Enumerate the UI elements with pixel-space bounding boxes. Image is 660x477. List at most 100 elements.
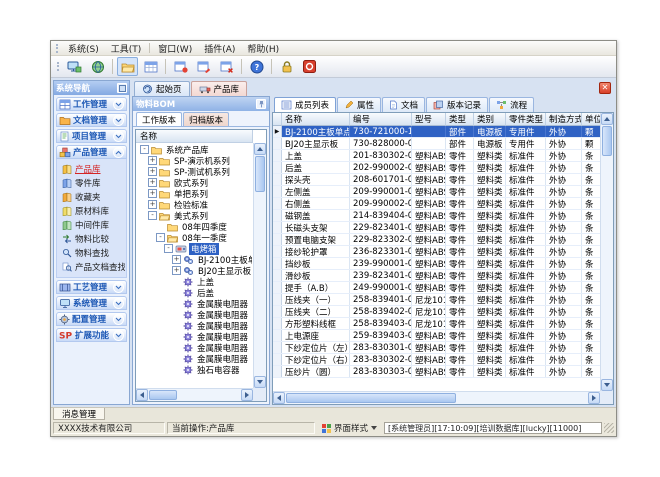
column-header-类型[interactable]: 类型 xyxy=(446,113,474,126)
tree-node[interactable]: 金属膜电阻器 xyxy=(138,320,252,331)
chevron-down-icon[interactable] xyxy=(113,99,124,110)
scroll-up-icon[interactable] xyxy=(601,113,613,125)
pin-icon[interactable] xyxy=(256,99,266,109)
tree-node[interactable]: +单把系列 xyxy=(138,188,252,199)
globe-icon[interactable] xyxy=(87,57,108,76)
chevron-down-icon[interactable] xyxy=(113,314,124,325)
table-row[interactable]: 下纱定位片（左）283-830301-00X塑料ABS零件塑料类标准件外协条 xyxy=(273,342,614,354)
table-row[interactable]: 探头壳208-601701-01X塑料ABS零件塑料类标准件外协条 xyxy=(273,174,614,186)
row-selector[interactable] xyxy=(273,210,282,221)
tab-文档[interactable]: 文档 xyxy=(382,97,425,112)
tab-版本记录[interactable]: 版本记录 xyxy=(426,97,488,112)
row-selector[interactable] xyxy=(273,186,282,197)
row-selector[interactable] xyxy=(273,162,282,173)
sidebar-group-4[interactable]: 工艺管理 xyxy=(56,280,127,294)
new-item-icon[interactable] xyxy=(170,57,191,76)
tab-成员列表[interactable]: 成员列表 xyxy=(274,97,336,112)
scroll-right-icon[interactable] xyxy=(241,389,253,401)
scroll-left-icon[interactable] xyxy=(136,389,148,401)
table-row[interactable]: 磁钢盖214-839404-01X塑料ABS零件塑料类标准件外协条 xyxy=(273,210,614,222)
sidebar-item-物料查找[interactable]: 物料查找 xyxy=(60,246,125,260)
tab-product-library[interactable]: 产品库 xyxy=(191,81,248,96)
tree-node[interactable]: 金属膜电阻器 xyxy=(138,298,252,309)
tab-message-management[interactable]: 消息管理 xyxy=(53,408,105,420)
table-hscroll-thumb[interactable] xyxy=(286,393,456,403)
table-horizontal-scrollbar[interactable] xyxy=(273,391,600,404)
row-selector[interactable] xyxy=(273,138,282,149)
table-row[interactable]: 挡纱板239-990001-01X塑料ABS零件塑料类标准件外协条 xyxy=(273,258,614,270)
row-selector[interactable] xyxy=(273,366,282,377)
scroll-down-icon[interactable] xyxy=(254,376,266,388)
expand-icon[interactable]: + xyxy=(148,200,157,209)
sidebar-group-2[interactable]: 项目管理 xyxy=(56,129,127,143)
table-row[interactable]: 接纱轮护罩236-823301-00X塑料ABS零件塑料类标准件外协条 xyxy=(273,246,614,258)
menu-item-1[interactable]: 工具(T) xyxy=(105,41,148,55)
table-row[interactable]: 方形塑料线框258-839403-00X尼龙1010零件塑料类标准件外协条 xyxy=(273,318,614,330)
tab-version-1[interactable]: 归档版本 xyxy=(183,112,229,126)
tree-node[interactable]: -美式系列 xyxy=(138,210,252,221)
table-row[interactable]: 长磁头支架229-823401-00X塑料ABS零件塑料类标准件外协条 xyxy=(273,222,614,234)
sidebar-group-5[interactable]: 系统管理 xyxy=(56,296,127,310)
table-vscroll-thumb[interactable] xyxy=(602,126,612,156)
collapse-icon[interactable]: - xyxy=(164,244,173,253)
expand-icon[interactable]: + xyxy=(172,255,181,264)
tree-node[interactable]: +SP-演示机系列 xyxy=(138,155,252,166)
sidebar-group-1[interactable]: 文档管理 xyxy=(56,113,127,127)
tree-node[interactable]: 后盖 xyxy=(138,287,252,298)
tree-node[interactable]: +检验标准 xyxy=(138,199,252,210)
tree-node[interactable]: 金属膜电阻器 xyxy=(138,309,252,320)
sidebar-group-6[interactable]: 配置管理 xyxy=(56,312,127,326)
row-selector[interactable] xyxy=(273,294,282,305)
tree-node[interactable]: 金属膜电阻器 xyxy=(138,331,252,342)
collapse-icon[interactable]: - xyxy=(148,211,157,220)
tree-vertical-scrollbar[interactable] xyxy=(253,143,266,388)
chevron-down-icon[interactable] xyxy=(113,115,124,126)
tree-hscroll-thumb[interactable] xyxy=(149,390,177,400)
help-icon[interactable]: ? xyxy=(246,57,267,76)
sidebar-item-原材料库[interactable]: 原材料库 xyxy=(60,204,125,218)
row-selector[interactable] xyxy=(273,282,282,293)
scroll-left-icon[interactable] xyxy=(273,392,285,404)
table-vertical-scrollbar[interactable] xyxy=(600,113,613,391)
row-selector[interactable] xyxy=(273,222,282,233)
row-selector[interactable]: ▶ xyxy=(273,126,282,137)
row-selector[interactable] xyxy=(273,318,282,329)
sidebar-item-零件库[interactable]: 零件库 xyxy=(60,176,125,190)
sidebar-group-3[interactable]: 产品管理 xyxy=(56,145,127,159)
column-header-类别[interactable]: 类别 xyxy=(474,113,506,126)
chevron-down-icon[interactable] xyxy=(113,298,124,309)
table-row[interactable]: 压线夹（二）258-839402-00X尼龙1010零件塑料类标准件外协条 xyxy=(273,306,614,318)
resize-grip[interactable] xyxy=(604,423,614,433)
table-row[interactable]: 上电源座259-839403-00X塑料ABS零件塑料类标准件外协条 xyxy=(273,330,614,342)
scroll-right-icon[interactable] xyxy=(588,392,600,404)
row-selector[interactable] xyxy=(273,330,282,341)
row-selector[interactable] xyxy=(273,270,282,281)
column-header-名称[interactable]: 名称 xyxy=(282,113,350,126)
workspace-icon[interactable] xyxy=(64,57,85,76)
table-row[interactable]: 后盖202-990002-01X塑料ABS零件塑料类标准件外协条 xyxy=(273,162,614,174)
report-icon[interactable] xyxy=(140,57,161,76)
menu-item-2[interactable]: 窗口(W) xyxy=(152,41,198,55)
expand-icon[interactable]: + xyxy=(148,189,157,198)
close-tab-icon[interactable]: ✕ xyxy=(599,82,611,94)
table-row[interactable]: 预置电脑支架229-823302-00X塑料ABS零件塑料类标准件外协条 xyxy=(273,234,614,246)
table-row[interactable]: 左侧盖209-990001-01X塑料ABS零件塑料类标准件外协条 xyxy=(273,186,614,198)
chevron-up-icon[interactable] xyxy=(113,147,124,158)
lock-icon[interactable] xyxy=(276,57,297,76)
tab-属性[interactable]: 属性 xyxy=(337,97,381,112)
row-selector[interactable] xyxy=(273,342,282,353)
table-row[interactable]: 提手（A.B）249-990001-01X塑料ABS零件塑料类标准件外协条 xyxy=(273,282,614,294)
sidebar-group-7[interactable]: SP扩展功能 xyxy=(56,328,127,342)
tree-vscroll-thumb[interactable] xyxy=(255,156,265,192)
sidebar-item-中间件库[interactable]: 中间件库 xyxy=(60,218,125,232)
table-row[interactable]: 压纱片（圆）283-830303-00X塑料ABS零件塑料类标准件外协条 xyxy=(273,366,614,378)
sidebar-item-产品库[interactable]: 产品库 xyxy=(60,162,125,176)
expand-icon[interactable]: + xyxy=(172,266,181,275)
row-selector[interactable] xyxy=(273,174,282,185)
expand-icon[interactable]: + xyxy=(148,178,157,187)
exit-icon[interactable] xyxy=(299,57,320,76)
table-row[interactable]: BJ20主显示板730-828000-04X部件电源板专用件外协颗 xyxy=(273,138,614,150)
row-selector[interactable] xyxy=(273,246,282,257)
sidebar-item-收藏夹[interactable]: 收藏夹 xyxy=(60,190,125,204)
tab-start-page[interactable]: 起始页 xyxy=(134,81,190,96)
